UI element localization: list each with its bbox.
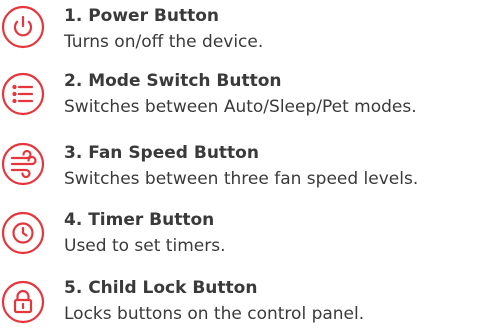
list-item-mode-switch: 2. Mode Switch Button Switches between A…	[0, 70, 479, 126]
wind-icon	[1, 142, 45, 186]
item-description: Locks buttons on the control panel.	[64, 304, 365, 324]
item-title: 2. Mode Switch Button	[64, 71, 282, 91]
clock-icon	[1, 211, 45, 255]
item-title: 3. Fan Speed Button	[64, 143, 259, 163]
menu-list-icon	[1, 72, 45, 116]
item-description: Turns on/off the device.	[64, 32, 264, 52]
item-title: 5. Child Lock Button	[64, 278, 258, 298]
power-icon	[1, 5, 45, 49]
item-description: Used to set timers.	[64, 236, 226, 256]
item-description: Switches between Auto/Sleep/Pet modes.	[64, 97, 417, 117]
list-item-child-lock: 5. Child Lock Button Locks buttons on th…	[0, 277, 479, 333]
item-title: 4. Timer Button	[64, 210, 215, 230]
list-item-fan-speed: 3. Fan Speed Button Switches between thr…	[0, 142, 479, 198]
item-description: Switches between three fan speed levels.	[64, 169, 419, 189]
lock-icon	[1, 280, 45, 324]
list-item-power: 1. Power Button Turns on/off the device.	[0, 5, 479, 61]
list-item-timer: 4. Timer Button Used to set timers.	[0, 209, 479, 265]
item-title: 1. Power Button	[64, 6, 219, 26]
